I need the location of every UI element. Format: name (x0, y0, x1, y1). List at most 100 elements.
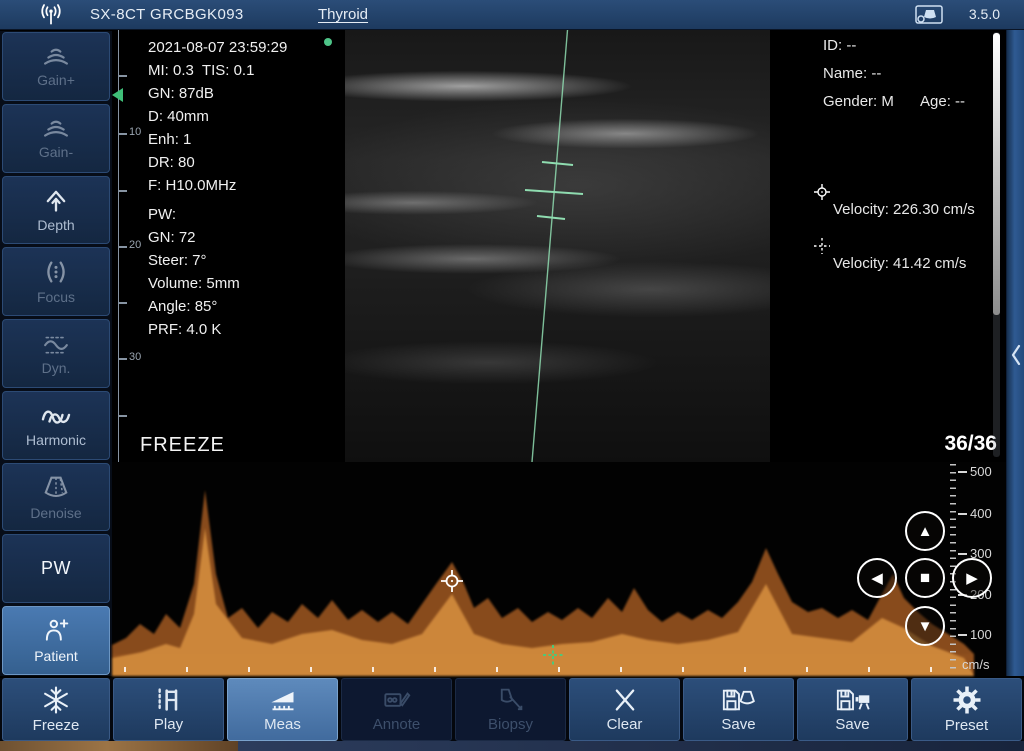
depth-ruler-tick (118, 302, 127, 304)
dpad-up-button[interactable]: ▲ (905, 511, 945, 551)
dpad-down-button[interactable]: ▼ (905, 606, 945, 646)
scale-label: 400 (958, 506, 992, 521)
measurement-cursor-peak[interactable] (439, 568, 465, 594)
save-video-button[interactable]: Save (797, 678, 908, 741)
dpad-left-button[interactable]: ◀ (857, 558, 897, 598)
patient-id: ID: -- (823, 37, 856, 54)
measurement-result-row: Velocity: 226.30 cm/s (813, 183, 975, 218)
side-panel-toggle[interactable] (1006, 30, 1024, 676)
sidebar-button-label: Dyn. (42, 360, 71, 376)
major-tick (958, 634, 967, 636)
dashed-cross-caliper-icon (813, 237, 831, 255)
major-tick (958, 513, 967, 515)
circle-cross-caliper-icon (813, 183, 831, 201)
velocity-value: Velocity: 41.42 cm/s (833, 255, 966, 272)
scale-label: 100 (958, 627, 992, 642)
param-line: Enh: 1 (148, 128, 287, 151)
freeze-status: FREEZE (140, 434, 225, 457)
toolbar-button-label: Save (721, 716, 755, 733)
sidebar-button-label: Patient (34, 648, 78, 664)
exam-preset-selector[interactable]: Thyroid (318, 6, 368, 23)
sidebar-button-label: Denoise (30, 505, 81, 521)
pw-mode-button[interactable]: PW (2, 534, 110, 603)
dynamic-range-button[interactable]: Dyn. (2, 319, 110, 388)
gain-plus-button[interactable]: Gain+ (2, 32, 110, 101)
param-line: D: 40mm (148, 105, 287, 128)
patient-name: Name: -- (823, 65, 881, 82)
patient-age: Age: -- (920, 93, 965, 110)
clear-button[interactable]: Clear (569, 678, 680, 741)
down-triangle-icon: ▼ (918, 618, 933, 635)
annotate-icon (381, 686, 413, 714)
play-button[interactable]: Play (113, 678, 224, 741)
probe-status-icon (914, 4, 944, 31)
harmonic-button[interactable]: Harmonic (2, 391, 110, 460)
toolbar-button-label: Meas (264, 716, 301, 733)
toolbar-button-label: Save (835, 716, 869, 733)
top-status-bar: SX-8CT GRCBGK093 Thyroid 3.5.0 (0, 0, 1024, 30)
freeze-button[interactable]: Freeze (2, 678, 110, 741)
ultrasound-image[interactable] (345, 30, 770, 462)
scale-unit: cm/s (962, 657, 989, 672)
param-datetime: 2021-08-07 23:59:29 (148, 36, 287, 59)
video-frame-edge (0, 741, 238, 751)
focus-position-marker[interactable] (112, 88, 123, 102)
timeline-ticks (124, 667, 969, 672)
dpad-right-button[interactable]: ▶ (952, 558, 992, 598)
preset-button[interactable]: Preset (911, 678, 1022, 741)
focus-button[interactable]: Focus (2, 247, 110, 316)
dpad-stop-button[interactable]: ■ (905, 558, 945, 598)
gear-icon (952, 685, 982, 715)
toolbar-button-label: Preset (945, 717, 988, 734)
patient-button[interactable]: Patient (2, 606, 110, 675)
wireless-signal-icon (38, 3, 64, 32)
depth-ruler-tick (118, 358, 127, 360)
annotate-button: Annote (341, 678, 452, 741)
bottom-toolbar: Freeze Play Meas Annote (0, 678, 1024, 741)
biopsy-icon (496, 686, 526, 714)
ultrasound-app-screen: SX-8CT GRCBGK093 Thyroid 3.5.0 Gain+ Gai… (0, 0, 1024, 751)
scale-value: 100 (970, 627, 992, 642)
depth-button[interactable]: Depth (2, 176, 110, 245)
sidebar-button-label: Gain- (39, 144, 73, 160)
save-image-icon (718, 686, 760, 714)
scrollbar-thumb[interactable] (993, 33, 1000, 315)
scale-value: 500 (970, 464, 992, 479)
depth-ruler-tick (118, 133, 127, 135)
measure-icon (266, 686, 300, 714)
cine-play-icon (153, 686, 185, 714)
toolbar-button-label: Clear (607, 716, 643, 733)
sidebar-button-label: Focus (37, 289, 75, 305)
depth-label: 20 (129, 239, 141, 251)
harmonic-icon (37, 403, 75, 429)
patient-gender: Gender: M (823, 93, 894, 110)
bmode-display-area: 10 20 30 2021-08-07 23:59:29 MI: 0.3 TIS… (112, 30, 1006, 462)
depth-icon (42, 186, 70, 214)
param-line: GN: 87dB (148, 82, 287, 105)
measure-button[interactable]: Meas (227, 678, 338, 741)
probe-orientation-marker (324, 38, 332, 46)
denoise-button[interactable]: Denoise (2, 463, 110, 532)
stop-square-icon: ■ (920, 568, 930, 588)
major-tick (958, 553, 967, 555)
pw-gate-line-overlay (345, 30, 770, 462)
toolbar-button-label: Freeze (33, 717, 80, 734)
gain-plus-icon (39, 45, 73, 69)
sidebar-button-label: PW (41, 558, 71, 579)
depth-label: 10 (129, 126, 141, 138)
imaging-parameters: 2021-08-07 23:59:29 MI: 0.3 TIS: 0.1 GN:… (148, 36, 287, 341)
toolbar-button-label: Play (154, 716, 183, 733)
focus-icon (42, 258, 70, 286)
sidebar-button-label: Depth (37, 217, 74, 233)
save-image-button[interactable]: Save (683, 678, 794, 741)
biopsy-button: Biopsy (455, 678, 566, 741)
scale-label: 500 (958, 464, 992, 479)
depth-ruler-tick (118, 75, 127, 77)
param-mi-tis: MI: 0.3 TIS: 0.1 (148, 59, 287, 82)
depth-ruler-tick (118, 415, 127, 417)
patient-icon (41, 617, 71, 645)
param-line: GN: 72 (148, 226, 287, 249)
toolbar-button-label: Annote (373, 716, 421, 733)
measurement-cursor-baseline[interactable] (542, 644, 564, 666)
gain-minus-button[interactable]: Gain- (2, 104, 110, 173)
